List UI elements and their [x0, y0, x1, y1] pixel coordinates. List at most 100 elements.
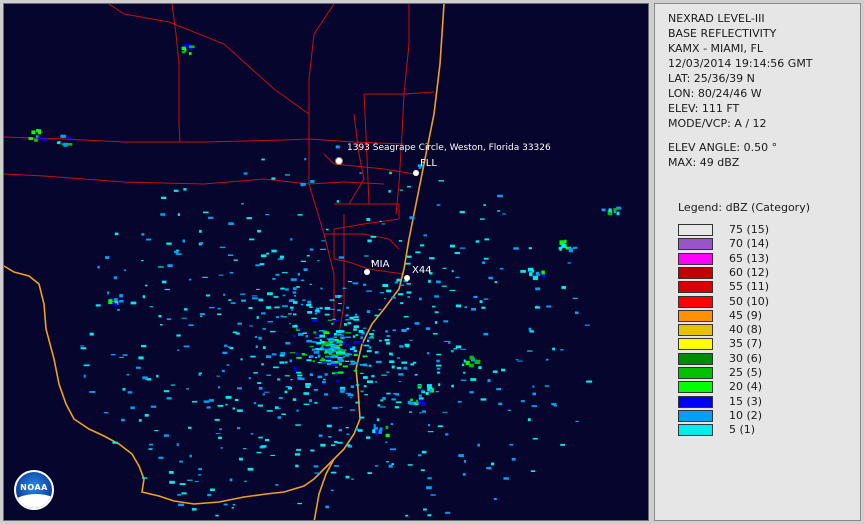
radar-echo — [318, 354, 321, 358]
radar-echo — [243, 172, 248, 175]
radar-echo — [266, 355, 272, 358]
fll-marker[interactable] — [413, 170, 419, 176]
radar-echo — [248, 307, 253, 310]
radar-map[interactable]: 1393 Seagrape Circle, Weston, Florida 33… — [3, 3, 649, 521]
radar-echo — [351, 350, 354, 352]
radar-echo — [277, 416, 282, 419]
radar-echo — [296, 371, 302, 374]
radar-echo — [277, 258, 284, 260]
radar-echo — [475, 240, 480, 243]
legend-swatch — [678, 281, 713, 294]
elevation: ELEV: 111 FT — [668, 102, 740, 115]
radar-echo — [430, 494, 436, 496]
radar-echo — [464, 306, 467, 309]
radar-echo — [241, 202, 244, 205]
radar-echo — [284, 288, 289, 291]
radar-echo — [325, 228, 329, 231]
radar-echo — [191, 508, 197, 511]
radar-echo — [338, 303, 342, 305]
radar-echo — [188, 52, 192, 55]
radar-echo — [264, 438, 270, 442]
radar-echo — [340, 390, 345, 393]
legend-swatch — [678, 224, 713, 236]
radar-echo — [224, 344, 228, 347]
radar-echo — [285, 342, 291, 345]
radar-echo — [34, 138, 38, 142]
radar-echo — [232, 504, 236, 506]
radar-echo — [436, 371, 441, 374]
radar-echo — [529, 330, 535, 333]
radar-echo — [244, 480, 247, 482]
radar-echo — [392, 329, 396, 332]
radar-echo — [400, 302, 404, 305]
radar-echo — [355, 334, 359, 337]
radar-echo — [337, 441, 343, 444]
radar-echo — [330, 444, 336, 446]
radar-echo — [154, 430, 159, 432]
radar-echo — [296, 356, 302, 359]
legend-label: 65 (13) — [729, 251, 770, 265]
radar-echo — [575, 420, 579, 423]
radar-echo — [363, 385, 367, 388]
radar-echo — [410, 363, 415, 366]
mia-marker[interactable] — [364, 269, 370, 275]
radar-echo — [169, 480, 175, 484]
radar-echo — [420, 469, 425, 472]
radar-echo — [293, 313, 297, 316]
radar-echo — [226, 364, 230, 366]
radar-echo — [227, 346, 231, 348]
address-label: 1393 Seagrape Circle, Weston, Florida 33… — [347, 143, 551, 153]
radar-echo — [262, 346, 266, 349]
radar-echo — [326, 424, 332, 428]
radar-echo — [342, 287, 347, 289]
radar-echo — [290, 379, 293, 381]
radar-echo — [366, 436, 371, 439]
radar-echo — [198, 468, 202, 471]
radar-echo — [290, 352, 295, 354]
radar-echo — [339, 406, 343, 408]
radar-echo — [336, 380, 340, 383]
address-marker[interactable] — [335, 157, 343, 165]
radar-echo — [237, 322, 242, 325]
radar-echo — [317, 260, 320, 262]
radar-echo — [377, 404, 381, 407]
radar-echo — [363, 355, 368, 357]
radar-echo — [511, 458, 516, 461]
radar-echo — [426, 384, 432, 388]
radar-echo — [507, 409, 511, 411]
radar-echo — [379, 406, 386, 408]
radar-echo — [157, 266, 164, 268]
radar-echo — [160, 324, 163, 326]
radar-echo — [469, 355, 474, 360]
radar-echo — [149, 306, 154, 308]
radar-echo — [296, 409, 299, 412]
radar-echo — [256, 288, 260, 290]
radar-echo — [391, 354, 394, 356]
radar-echo — [309, 248, 314, 251]
radar-echo — [203, 400, 210, 403]
radar-echo — [363, 376, 368, 379]
radar-echo — [295, 464, 299, 468]
radar-echo — [336, 353, 339, 356]
radar-echo — [310, 449, 315, 452]
radar-returns — [28, 44, 622, 517]
radar-echo — [331, 354, 336, 356]
radar-echo — [198, 374, 201, 376]
radar-echo — [353, 328, 357, 331]
radar-echo — [355, 401, 360, 404]
radar-echo — [210, 488, 215, 491]
radar-echo — [222, 351, 228, 354]
x44-marker[interactable] — [404, 275, 410, 281]
radar-echo — [302, 299, 306, 301]
radar-echo — [173, 189, 179, 192]
radar-echo — [386, 392, 391, 395]
radar-echo — [333, 336, 337, 339]
radar-echo — [217, 404, 224, 407]
radar-echo — [290, 306, 294, 309]
station-name: KAMX - MIAMI, FL — [668, 42, 763, 55]
radar-echo — [275, 316, 279, 319]
radar-echo — [160, 213, 166, 216]
radar-echo — [451, 384, 454, 388]
legend-swatch — [678, 409, 713, 422]
radar-echo — [498, 402, 503, 406]
